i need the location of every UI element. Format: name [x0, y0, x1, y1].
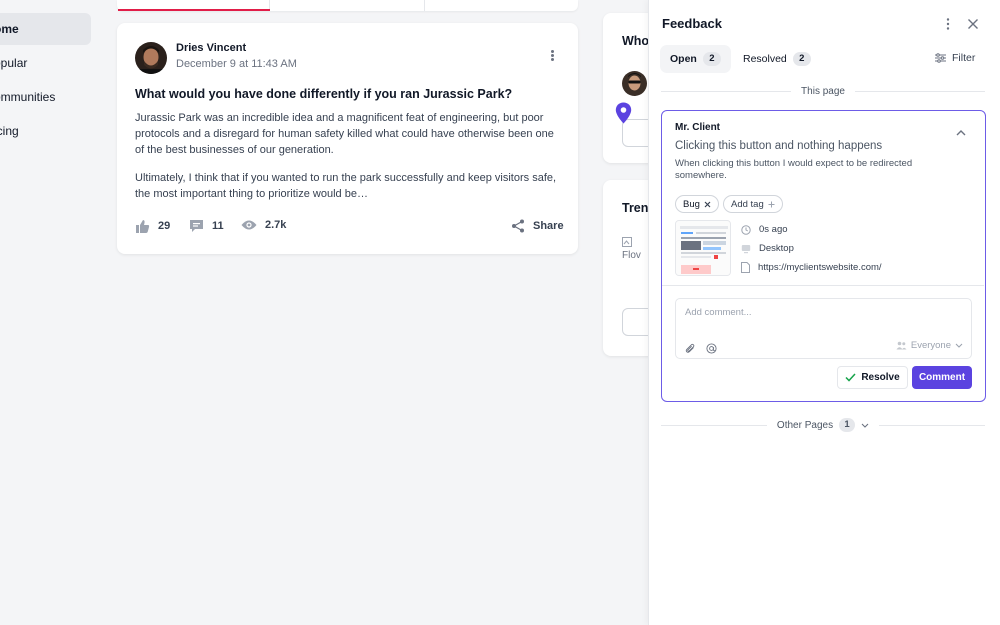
divider [662, 285, 984, 286]
more-options-icon[interactable] [941, 17, 955, 31]
nav-item-popular[interactable]: opular [0, 47, 91, 79]
comment-count: 11 [212, 220, 224, 232]
post-paragraph: Ultimately, I think that if you wanted t… [135, 172, 557, 200]
left-nav: ome opular ommunities icing [0, 0, 100, 625]
share-label: Share [533, 220, 564, 232]
like-count: 29 [158, 220, 171, 232]
feedback-subject: Clicking this button and nothing happens [675, 140, 883, 152]
comment-icon [190, 220, 203, 232]
post-date: December 9 at 11:43 AM [176, 58, 297, 70]
comment-placeholder: Add comment... [685, 307, 752, 318]
thumbs-up-icon [136, 220, 150, 233]
chevron-down-icon [955, 343, 963, 348]
open-count-badge: 2 [702, 52, 721, 66]
tag-bug[interactable]: Bug [675, 195, 719, 213]
meta-time: 0s ago [741, 224, 788, 235]
screenshot-thumbnail[interactable] [675, 220, 731, 276]
desktop-icon [741, 244, 751, 253]
post-paragraph: Jurassic Park was an incredible idea and… [135, 112, 554, 156]
people-icon [896, 341, 907, 350]
tag-label: Bug [683, 198, 700, 210]
device-label: Desktop [759, 243, 794, 254]
other-pages-toggle[interactable]: Other Pages 1 [767, 418, 879, 432]
feedback-item-card[interactable]: Mr. Client Clicking this button and noth… [661, 110, 986, 402]
view-count: 2.7k [265, 219, 287, 231]
share-button[interactable]: Share [511, 219, 564, 233]
like-button[interactable]: 29 [135, 219, 170, 233]
comment-input[interactable]: Add comment... Everyone [675, 298, 972, 359]
visibility-label: Everyone [910, 340, 951, 351]
other-pages-count: 1 [839, 418, 856, 432]
tab-label: Open [670, 53, 697, 65]
comment-button[interactable]: Comment [912, 366, 972, 389]
more-options-icon[interactable] [545, 49, 559, 65]
other-pages-divider: Other Pages 1 [661, 418, 985, 432]
section-label: This page [801, 85, 845, 97]
comment-label: Comment [918, 372, 966, 383]
plus-icon [768, 201, 775, 207]
nav-item-label: ome [0, 22, 19, 36]
page-url[interactable]: https://myclientswebsite.com/ [758, 262, 882, 273]
filter-icon [935, 53, 946, 63]
post-card: Dries Vincent December 9 at 11:43 AM Wha… [117, 23, 578, 254]
filter-label: Filter [952, 52, 976, 64]
author-name[interactable]: Dries Vincent [176, 42, 246, 54]
broken-image-alt: Flov [622, 250, 641, 261]
visibility-select[interactable]: Everyone [896, 340, 963, 351]
page-icon [741, 262, 750, 273]
meta-device: Desktop [741, 243, 794, 254]
add-tag-label: Add tag [731, 198, 764, 210]
resolve-label: Resolve [861, 372, 900, 383]
other-pages-label: Other Pages [776, 419, 834, 431]
author-avatar[interactable] [135, 42, 167, 74]
attachment-icon[interactable] [685, 341, 696, 359]
broken-image-icon: Flov [622, 237, 646, 261]
nav-item-label: ommunities [0, 90, 56, 104]
client-name: Mr. Client [675, 122, 721, 133]
check-icon [845, 373, 856, 382]
remove-tag-icon[interactable] [704, 201, 711, 208]
resolve-button[interactable]: Resolve [837, 366, 908, 389]
clock-icon [741, 224, 751, 235]
tab-divider [424, 0, 425, 11]
meta-url: https://myclientswebsite.com/ [741, 262, 882, 273]
user-avatar[interactable] [622, 71, 647, 96]
add-tag-button[interactable]: Add tag [723, 195, 783, 213]
nav-item-label: icing [0, 124, 19, 138]
time-ago: 0s ago [759, 224, 788, 235]
feedback-description: When clicking this button I would expect… [675, 158, 913, 181]
feedback-panel: Feedback Open 2 Resolved 2 Filter This p… [648, 0, 1000, 625]
chevron-up-icon[interactable] [956, 123, 966, 141]
eye-icon [241, 220, 257, 230]
views-stat: 2.7k [241, 219, 286, 231]
this-page-divider: This page [661, 84, 986, 98]
tab-label: Resolved [743, 53, 787, 65]
panel-title: Feedback [662, 16, 722, 31]
tab-resolved[interactable]: Resolved 2 [733, 45, 821, 73]
chevron-down-icon [861, 423, 869, 428]
trending-title: Tren [622, 201, 649, 215]
location-pin-icon[interactable] [615, 102, 632, 129]
post-stats: 29 11 2.7k Share [135, 219, 564, 239]
post-title[interactable]: What would you have done differently if … [135, 87, 512, 101]
filter-button[interactable]: Filter [935, 52, 975, 64]
resolved-count-badge: 2 [792, 52, 811, 66]
active-tab-indicator [118, 9, 270, 11]
close-icon[interactable] [966, 17, 980, 31]
who-to-follow-title: Who [622, 34, 650, 48]
nav-item-pricing[interactable]: icing [0, 115, 91, 147]
mention-icon[interactable] [706, 341, 717, 359]
tab-open[interactable]: Open 2 [660, 45, 731, 73]
nav-item-label: opular [0, 56, 28, 70]
nav-item-home[interactable]: ome [0, 13, 91, 45]
share-icon [512, 219, 524, 233]
comments-button[interactable]: 11 [189, 219, 224, 233]
nav-item-communities[interactable]: ommunities [0, 81, 91, 113]
